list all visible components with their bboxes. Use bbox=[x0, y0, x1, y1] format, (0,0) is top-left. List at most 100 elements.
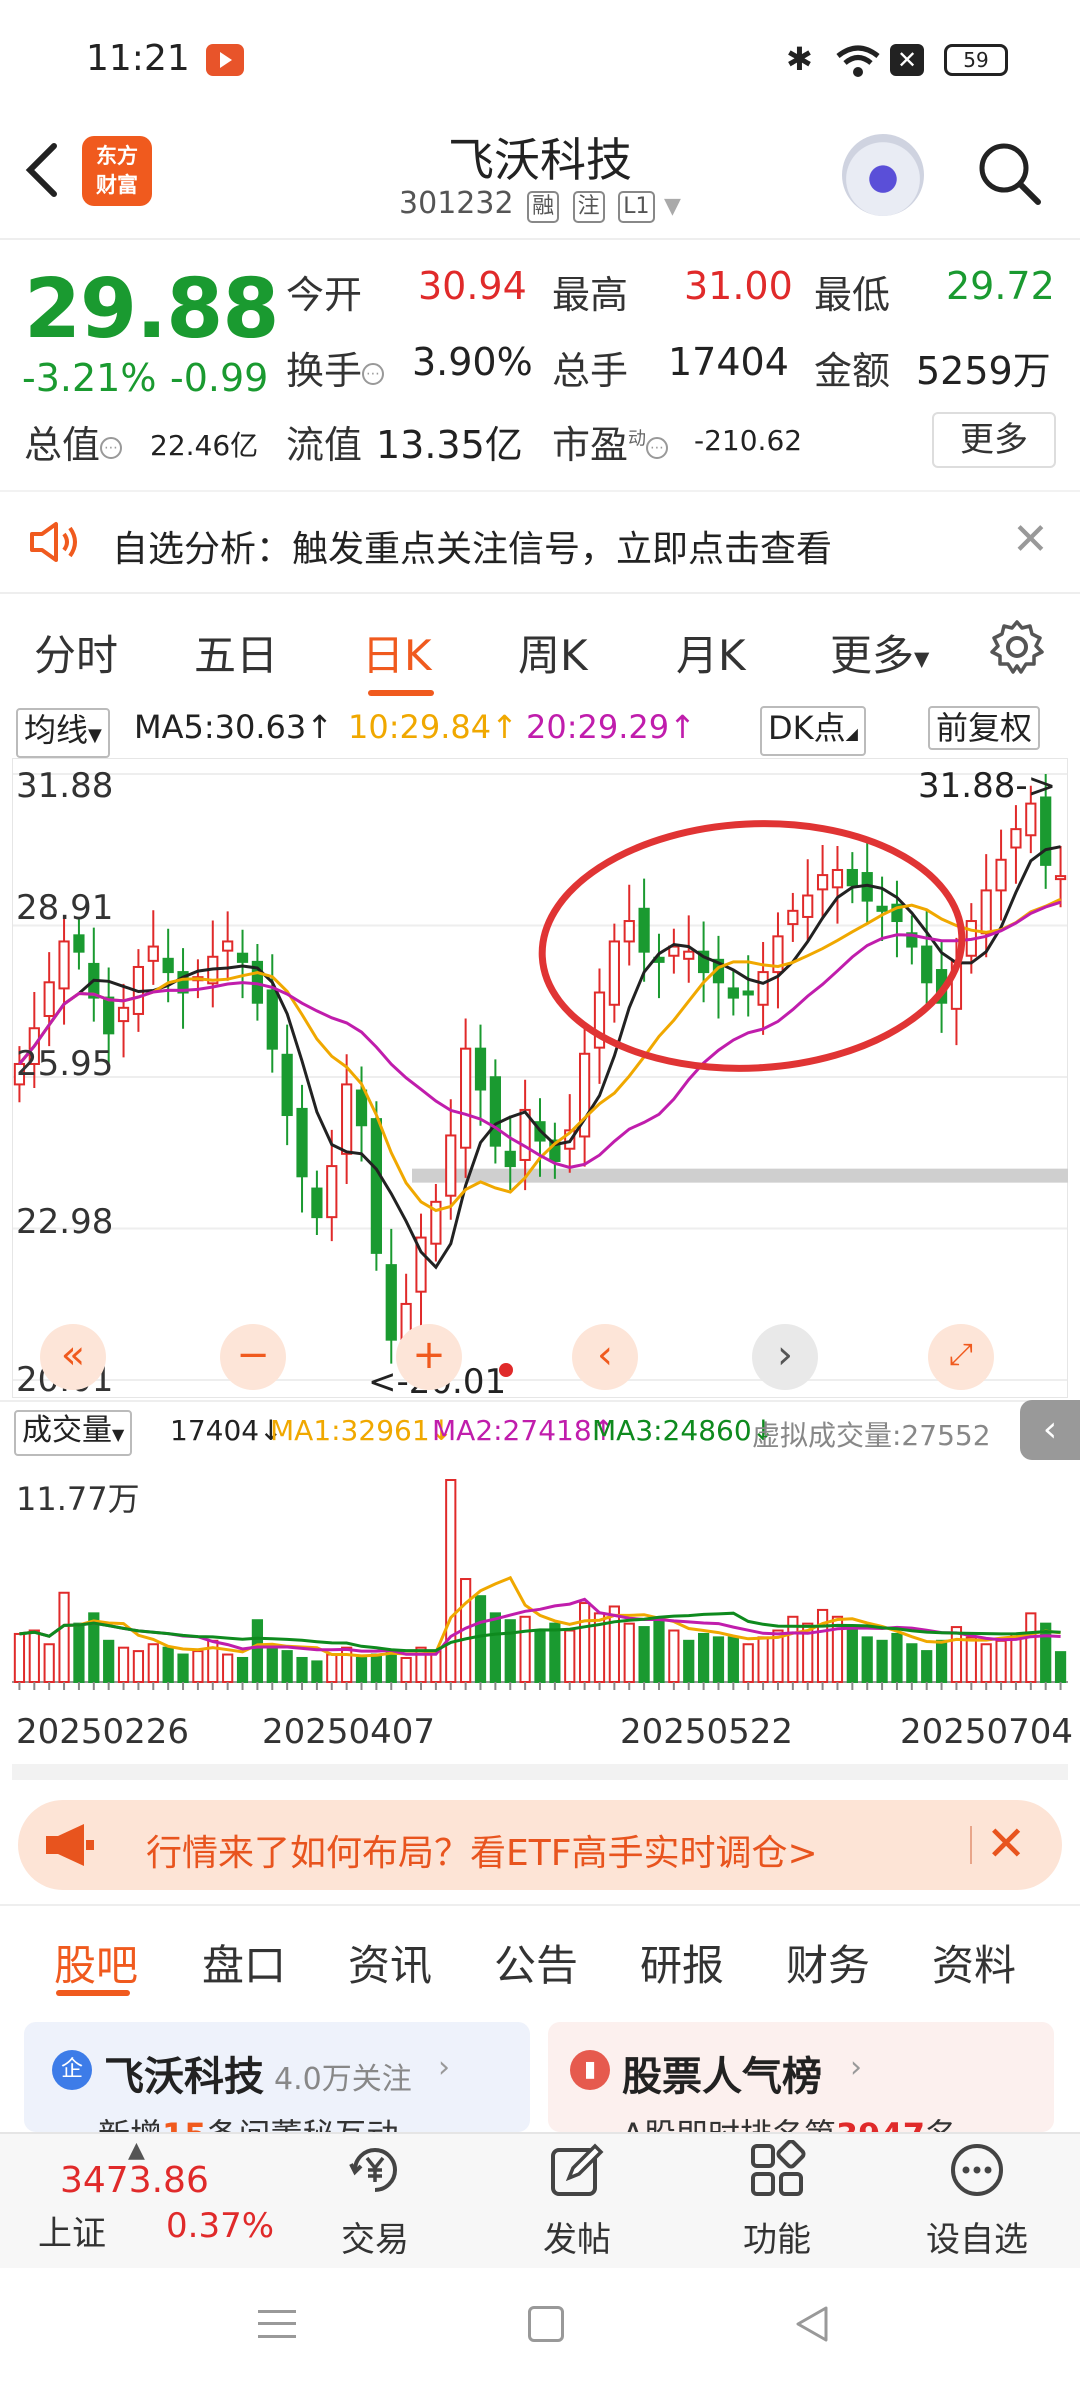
volume-bar bbox=[489, 1612, 501, 1683]
volume-bar bbox=[28, 1629, 40, 1683]
volume-bar bbox=[549, 1622, 561, 1683]
popularity-card-subtitle: A股即时排名第3947名 bbox=[622, 2110, 957, 2132]
volume-bar bbox=[1054, 1651, 1067, 1683]
screen-record-icon bbox=[206, 44, 244, 76]
expand-panel-icon[interactable]: ‹ bbox=[1020, 1400, 1080, 1460]
tab-more[interactable]: 更多▼ bbox=[830, 622, 929, 683]
volume-bar bbox=[519, 1615, 531, 1683]
volume-indicator-selector[interactable]: 成交量▼ bbox=[14, 1410, 133, 1456]
tab-monthly-k[interactable]: 月K bbox=[676, 622, 746, 683]
nav-post[interactable]: 发帖 bbox=[512, 2140, 642, 2261]
header-divider bbox=[0, 238, 1080, 240]
pe-value: -210.62 bbox=[694, 424, 803, 457]
tab-weekly-k[interactable]: 周K bbox=[518, 622, 588, 683]
notification-icon: ✕ bbox=[890, 44, 924, 76]
scroll-to-start-icon[interactable]: « bbox=[40, 1324, 106, 1390]
assistant-robot-icon[interactable] bbox=[842, 134, 924, 216]
tab-news[interactable]: 资讯 bbox=[348, 1932, 432, 1993]
candle-body bbox=[1054, 875, 1067, 881]
volume-bar bbox=[192, 1650, 204, 1683]
tag-level: L1 bbox=[618, 191, 655, 223]
home-icon[interactable] bbox=[528, 2306, 564, 2342]
index-name[interactable]: 上证 bbox=[38, 2206, 106, 2255]
candle-body bbox=[266, 989, 278, 1050]
popularity-card[interactable]: ▮ 股票人气榜 › A股即时排名第3947名 bbox=[548, 2022, 1054, 2132]
volume-bar bbox=[445, 1479, 457, 1683]
volume-axis-max: 11.77万 bbox=[16, 1480, 140, 1518]
more-dots-icon bbox=[951, 2144, 1003, 2196]
info-icon[interactable]: ⋯ bbox=[646, 436, 669, 459]
price-axis-label-2: 28.91 bbox=[16, 888, 114, 928]
scroll-left-icon[interactable]: ‹ bbox=[572, 1324, 638, 1390]
volume-chart[interactable] bbox=[12, 1464, 1068, 1704]
annotation-circle bbox=[538, 820, 966, 1072]
tab-research[interactable]: 研报 bbox=[640, 1932, 724, 1993]
candle-body bbox=[876, 905, 888, 912]
tab-daily-k[interactable]: 日K bbox=[362, 622, 432, 683]
turnover-label: 换手 ⋯ bbox=[286, 340, 385, 395]
search-icon[interactable] bbox=[976, 140, 1042, 206]
tab-financials[interactable]: 财务 bbox=[786, 1932, 870, 1993]
index-change[interactable]: 0.37% bbox=[166, 2206, 274, 2246]
zoom-in-icon[interactable]: + bbox=[396, 1324, 462, 1390]
volume-bar bbox=[504, 1619, 516, 1684]
nav-trade[interactable]: 交易 bbox=[310, 2140, 440, 2261]
chevron-right-icon: › bbox=[850, 2050, 862, 2085]
zoom-out-icon[interactable]: − bbox=[220, 1324, 286, 1390]
volume-bar bbox=[103, 1639, 115, 1683]
volume-bar bbox=[400, 1656, 412, 1683]
gear-icon[interactable] bbox=[988, 618, 1046, 676]
more-quote-button[interactable]: 更多 bbox=[932, 412, 1056, 468]
recent-apps-icon[interactable] bbox=[258, 2310, 296, 2338]
volume-bar bbox=[296, 1656, 308, 1683]
candle-body bbox=[816, 874, 829, 891]
megaphone-icon bbox=[46, 1824, 94, 1866]
alert-text: 自选分析：触发重点关注信号，立即点击查看 bbox=[112, 529, 833, 570]
back-triangle-icon[interactable] bbox=[792, 2304, 832, 2344]
dk-point-button[interactable]: DK点◢ bbox=[760, 706, 866, 756]
fullscreen-icon[interactable]: ⤢ bbox=[928, 1324, 994, 1390]
indicator-selector[interactable]: 均线▼ bbox=[16, 708, 110, 758]
index-value[interactable]: 3473.86 bbox=[60, 2160, 209, 2201]
mktcap-label: 总值 ⋯ bbox=[24, 414, 123, 469]
volume-bar bbox=[846, 1626, 858, 1684]
close-icon[interactable]: ✕ bbox=[1012, 514, 1049, 565]
nav-add-watchlist[interactable]: 设自选 bbox=[912, 2140, 1042, 2261]
high-value: 31.00 bbox=[684, 264, 793, 308]
chevron-down-icon: ▼ bbox=[664, 194, 681, 219]
candle-body bbox=[802, 894, 814, 918]
tab-forum[interactable]: 股吧 bbox=[54, 1932, 138, 1993]
volume-bar bbox=[697, 1632, 710, 1683]
wifi-icon bbox=[836, 45, 880, 77]
adjust-selector[interactable]: 前复权 bbox=[928, 706, 1041, 750]
volume-bar bbox=[921, 1650, 933, 1683]
nav-functions[interactable]: 功能 bbox=[712, 2139, 842, 2261]
candle-body bbox=[1040, 796, 1052, 866]
scroll-right-icon[interactable]: › bbox=[752, 1324, 818, 1390]
company-card[interactable]: 企 飞沃科技 4.0万关注 › 新增15条问董秘互动 bbox=[24, 2022, 530, 2132]
tab-intraday[interactable]: 分时 bbox=[34, 622, 118, 683]
tab-order-book[interactable]: 盘口 bbox=[202, 1932, 286, 1993]
candlestick-chart[interactable] bbox=[12, 758, 1068, 1398]
info-icon[interactable]: ⋯ bbox=[100, 436, 123, 459]
candle-body bbox=[683, 950, 695, 960]
tab-profile[interactable]: 资料 bbox=[932, 1932, 1016, 1993]
volume-bar bbox=[653, 1619, 665, 1684]
date-label-2: 20250407 bbox=[262, 1712, 436, 1752]
open-label: 今开 bbox=[286, 273, 363, 317]
section-gap bbox=[12, 1764, 1068, 1780]
close-icon[interactable]: ✕ bbox=[986, 1816, 1026, 1872]
forum-tab-underline bbox=[56, 1990, 130, 1996]
bluetooth-icon: ✱ bbox=[786, 40, 813, 78]
volume-bar bbox=[43, 1643, 55, 1684]
float-value: 13.35亿 bbox=[376, 423, 523, 467]
company-badge-icon: 企 bbox=[52, 2050, 92, 2090]
volume-bar bbox=[534, 1629, 546, 1683]
alert-divider bbox=[0, 592, 1080, 594]
open-value: 30.94 bbox=[418, 264, 527, 308]
tab-announcements[interactable]: 公告 bbox=[494, 1932, 578, 1993]
volume-bar bbox=[370, 1653, 383, 1684]
info-icon[interactable]: ⋯ bbox=[362, 362, 385, 385]
company-card-title: 飞沃科技 bbox=[104, 2054, 264, 2100]
tab-five-day[interactable]: 五日 bbox=[194, 622, 278, 683]
